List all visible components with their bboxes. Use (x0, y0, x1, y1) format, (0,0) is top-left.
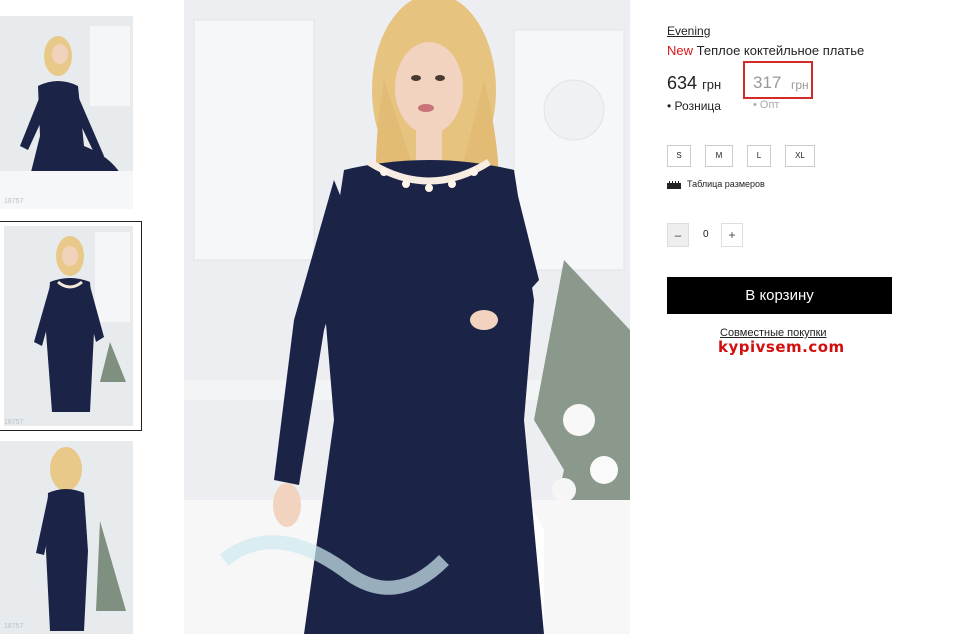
thumbnail-1[interactable]: 18757 (0, 16, 133, 209)
thumbnail-sku: 18757 (4, 623, 24, 630)
thumbnail-3-image (0, 441, 133, 634)
retail-label-text: Розница (674, 99, 721, 113)
quantity-plus-button[interactable]: + (721, 223, 743, 247)
product-name: Теплое коктейльное платье (696, 43, 865, 58)
main-product-image[interactable] (184, 0, 630, 634)
size-s-button[interactable]: S (667, 145, 691, 167)
thumbnail-sku: 18757 (4, 419, 24, 426)
thumbnail-gallery: 18757 18757 18757 (0, 0, 145, 634)
thumbnail-3[interactable]: 18757 (0, 441, 133, 634)
thumbnail-2[interactable]: 18757 (0, 221, 142, 431)
product-title: New Теплое коктейльное платье (667, 43, 864, 58)
size-xl-button[interactable]: XL (785, 145, 815, 167)
size-m-button[interactable]: M (705, 145, 733, 167)
size-chart-link[interactable]: Таблица размеров (667, 179, 765, 189)
model-photo (184, 0, 630, 634)
thumbnail-sku: 18757 (4, 198, 24, 205)
add-to-cart-button[interactable]: В корзину (667, 277, 892, 314)
new-badge: New (667, 43, 694, 58)
quantity-minus-button[interactable]: – (667, 223, 689, 247)
opt-price-highlight: 317 грн (743, 61, 813, 99)
retail-price: 634 грн (667, 73, 721, 94)
opt-label-text: Опт (759, 99, 780, 111)
quantity-value[interactable]: 0 (703, 229, 709, 240)
retail-price-currency: грн (702, 77, 722, 92)
site-watermark: kypivsem.com (718, 338, 845, 356)
size-l-button[interactable]: L (747, 145, 771, 167)
opt-label: • Опт (753, 99, 780, 111)
thumbnail-2-image (0, 222, 141, 430)
ruler-icon (667, 180, 681, 189)
size-chart-label: Таблица размеров (687, 179, 765, 189)
thumbnail-1-image (0, 16, 133, 209)
opt-price-value: 317 (753, 73, 782, 92)
opt-price-currency: грн (791, 78, 809, 92)
retail-price-value: 634 (667, 73, 698, 93)
product-info: Evening New Теплое коктейльное платье 63… (667, 0, 967, 634)
brand-link[interactable]: Evening (667, 24, 710, 38)
retail-label: • Розница (667, 99, 721, 113)
